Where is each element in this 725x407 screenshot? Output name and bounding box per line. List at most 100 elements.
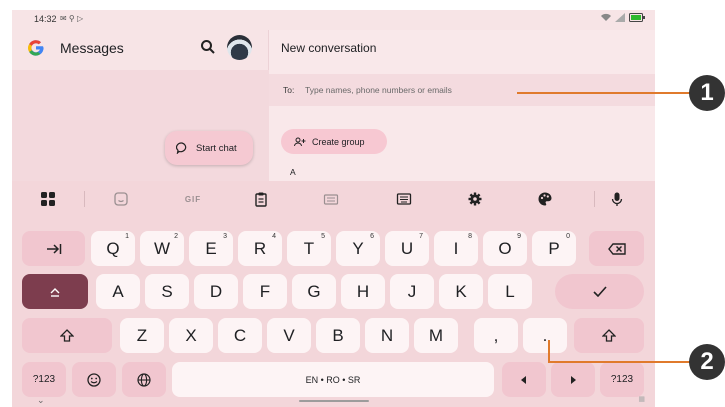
sticker-icon[interactable] [113,191,129,207]
key-m[interactable]: M [414,318,458,353]
key-v[interactable]: V [267,318,311,353]
contacts-section-letter: A [290,167,296,177]
chat-bubble-icon [176,142,187,154]
emoji-key[interactable] [72,362,116,397]
google-logo-icon [28,40,44,56]
key-q[interactable]: Q1 [91,231,135,266]
group-add-icon [294,137,306,146]
shift-key-left[interactable] [22,318,112,353]
hide-keyboard-icon[interactable]: ⌄ [37,395,45,406]
key-b[interactable]: B [316,318,360,353]
globe-icon [137,372,151,387]
key-h[interactable]: H [341,274,385,309]
start-chat-label: Start chat [196,142,237,154]
space-bar[interactable]: EN • RO • SR [172,362,494,397]
wifi-icon [601,13,611,21]
key-u[interactable]: U7 [385,231,429,266]
key-a[interactable]: A [96,274,140,309]
key-k[interactable]: K [439,274,483,309]
key-hint: 2 [174,233,178,240]
key-x[interactable]: X [169,318,213,353]
key-hint: 9 [517,233,521,240]
gif-button[interactable]: GIF [180,191,206,207]
key-comma[interactable]: , [474,318,518,353]
conversation-list [12,70,269,190]
keyboard-layout-icon[interactable] [396,191,412,207]
symbols-key-right[interactable]: ?123 [600,362,644,397]
key-label: Q [106,238,120,258]
status-time: 14:32 [34,14,57,24]
shift-key-right[interactable] [574,318,644,353]
home-gesture-handle[interactable] [299,400,369,402]
key-label: E [205,238,217,258]
key-w[interactable]: W2 [140,231,184,266]
enter-key[interactable] [555,274,644,309]
apps-grid-icon[interactable] [40,191,56,207]
backspace-key[interactable] [589,231,644,266]
key-c[interactable]: C [218,318,262,353]
key-r[interactable]: R4 [238,231,282,266]
battery-icon [629,13,645,22]
key-e[interactable]: E3 [189,231,233,266]
key-f[interactable]: F [243,274,287,309]
key-hint: 7 [419,233,423,240]
key-label: T [303,238,315,258]
callout-line-1 [517,92,693,94]
settings-gear-icon[interactable] [467,191,483,207]
key-label: I [453,238,459,258]
key-label: U [400,238,414,258]
key-o[interactable]: O9 [483,231,527,266]
tab-arrow-icon [46,243,61,254]
toolbar-divider [84,191,85,207]
search-icon[interactable] [198,37,218,57]
one-handed-keyboard-icon[interactable] [323,191,339,207]
microphone-icon[interactable] [609,191,625,207]
cursor-right-key[interactable] [551,362,595,397]
key-hint: 0 [566,233,570,240]
key-y[interactable]: Y6 [336,231,380,266]
notification-icons: ✉ ⚲ ▷ [60,14,84,23]
conversation-list-pane: Messages Start chat [12,30,269,190]
on-screen-keyboard: G I F Q 1 W 2 E 3 R 4 T 5 Y 6 U 7 I 8 O 9 … [12,181,655,407]
recipient-row: To: [269,74,655,106]
key-hint: 5 [321,233,325,240]
key-j[interactable]: J [390,274,434,309]
key-t[interactable]: T5 [287,231,331,266]
key-g[interactable]: G [292,274,336,309]
key-p[interactable]: P0 [532,231,576,266]
key-z[interactable]: Z [120,318,164,353]
theme-palette-icon[interactable] [537,191,553,207]
status-right [601,13,645,22]
key-label: O [498,238,512,258]
key-hint: 6 [370,233,374,240]
shift-icon [60,329,74,342]
key-l[interactable]: L [488,274,532,309]
callout-line-2-horizontal [548,361,693,363]
account-avatar[interactable] [227,35,252,60]
key-i[interactable]: I8 [434,231,478,266]
keyboard-switcher-icon[interactable]: ▦ [638,395,645,403]
clipboard-icon[interactable] [253,191,269,207]
tab-key[interactable] [22,231,85,266]
callout-badge-1: 1 [689,75,725,111]
create-group-label: Create group [312,136,365,147]
key-period[interactable]: . [523,318,567,353]
create-group-button[interactable]: Create group [281,129,387,154]
start-chat-button[interactable]: Start chat [165,131,253,165]
keyboard-toolbar: GIF [12,181,655,217]
key-s[interactable]: S [145,274,189,309]
key-d[interactable]: D [194,274,238,309]
recipient-input[interactable] [305,82,605,98]
app-title: Messages [60,40,124,56]
key-label: Y [352,238,364,258]
callout-line-2-vertical [548,340,550,362]
checkmark-icon [592,286,607,297]
arrow-right-icon [571,375,576,384]
cursor-left-key[interactable] [502,362,546,397]
navigation-bar: ⌄ ▦ [12,393,655,407]
language-key[interactable] [122,362,166,397]
symbols-key[interactable]: ?123 [22,362,66,397]
caps-lock-key[interactable] [22,274,88,309]
key-n[interactable]: N [365,318,409,353]
key-label: P [548,238,560,258]
